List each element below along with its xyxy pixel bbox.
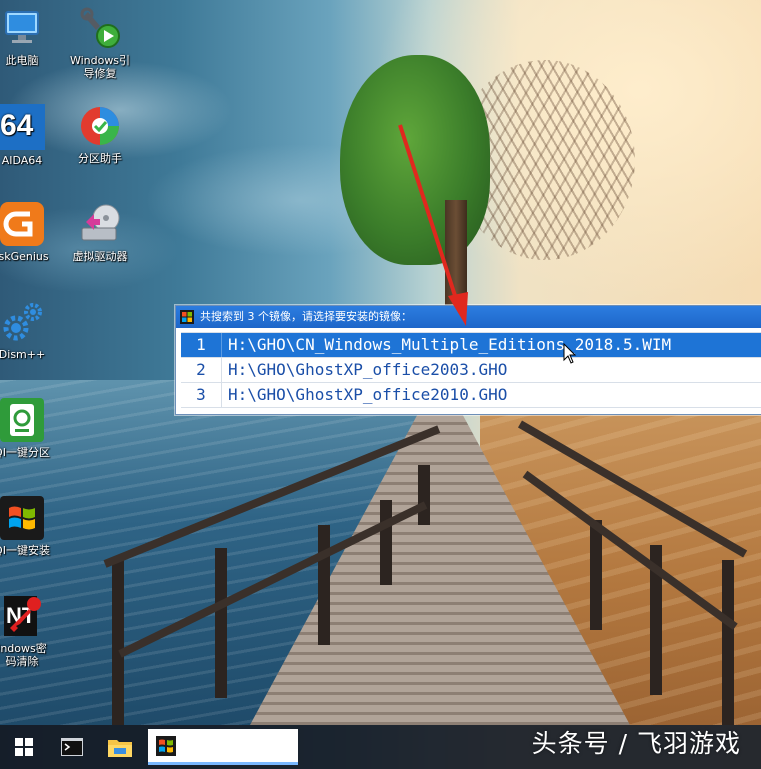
dialog-title: 共搜索到 3 个镜像，请选择要安装的镜像：	[200, 310, 412, 323]
image-list-item[interactable]: 1 H:\GHO\CN_Windows_Multiple_Editions_20…	[181, 333, 761, 358]
desktop-icon-label-line1: Windows引	[69, 54, 131, 67]
desktop-icon-label-line2: 导修复	[83, 67, 117, 80]
terminal-icon	[61, 738, 83, 756]
desktop-icon-label: QI一键分区	[0, 446, 50, 459]
wallpaper-tree-trunk	[445, 200, 467, 310]
desktop-icon-label-line2: 码清除	[5, 655, 39, 668]
desktop-icon-label: 分区助手	[78, 152, 122, 165]
desktop-icon-windows-boot-repair[interactable]: Windows引 导修复	[64, 6, 136, 80]
image-list-item[interactable]: 2 H:\GHO\GhostXP_office2003.GHO	[181, 358, 761, 383]
windows-install-icon	[0, 496, 44, 540]
image-path: H:\GHO\CN_Windows_Multiple_Editions_2018…	[228, 335, 672, 354]
image-index: 1	[181, 333, 222, 357]
windows-logo-icon	[180, 310, 194, 324]
password-key-icon: NT	[0, 594, 44, 638]
image-index: 2	[181, 358, 222, 382]
desktop-icon-partition-assistant[interactable]: 分区助手	[64, 104, 136, 165]
desktop-icon-label: 此电脑	[5, 54, 39, 67]
wrench-repair-icon	[78, 6, 122, 50]
dialog-titlebar[interactable]: 共搜索到 3 个镜像，请选择要安装的镜像：	[176, 306, 761, 328]
desktop-icon-label: iskGenius	[0, 250, 49, 263]
wallpaper-green-tree	[340, 55, 490, 265]
aida64-icon: 64	[0, 104, 45, 150]
image-path: H:\GHO\GhostXP_office2003.GHO	[228, 360, 508, 379]
desktop-icon-label: Dism++	[0, 348, 46, 361]
taskbar-terminal-button[interactable]	[48, 727, 96, 767]
watermark: 头条号 / 飞羽游戏	[531, 729, 741, 758]
file-explorer-icon	[108, 740, 132, 757]
desktop-icon-label-line1: indows密	[0, 642, 47, 655]
desktop-icon-label: QI一键安装	[0, 544, 50, 557]
desktop-icon-virtual-drive[interactable]: 虚拟驱动器	[64, 202, 136, 263]
image-list[interactable]: 1 H:\GHO\CN_Windows_Multiple_Editions_20…	[181, 332, 761, 408]
desktop-icon-label: AIDA64	[1, 154, 43, 167]
windows-app-icon	[156, 735, 176, 756]
start-button[interactable]	[0, 727, 48, 767]
start-icon	[15, 738, 33, 756]
image-list-item[interactable]: 3 H:\GHO\GhostXP_office2010.GHO	[181, 383, 761, 408]
image-path: H:\GHO\GhostXP_office2010.GHO	[228, 385, 508, 404]
desktop: 此电脑 Windows引 导修复 64 AIDA64 分区助手 iskGeniu…	[0, 0, 761, 769]
gears-icon	[0, 300, 44, 344]
taskbar-active-window[interactable]	[148, 729, 298, 765]
virtual-drive-icon	[78, 202, 122, 246]
one-key-partition-icon	[0, 398, 44, 442]
diskgenius-icon	[0, 202, 44, 246]
image-index: 3	[181, 383, 222, 407]
desktop-icon-dism[interactable]: Dism++	[0, 300, 58, 361]
taskbar-file-explorer-button[interactable]	[96, 727, 144, 767]
desktop-icon-this-pc[interactable]: 此电脑	[0, 6, 58, 67]
desktop-icon-one-key-partition[interactable]: QI一键分区	[0, 398, 58, 459]
desktop-icon-aida64[interactable]: 64 AIDA64	[0, 104, 58, 167]
desktop-icon-one-key-install[interactable]: QI一键安装	[0, 496, 58, 557]
desktop-icon-windows-password-clear[interactable]: NT indows密 码清除	[0, 594, 58, 668]
computer-icon	[0, 6, 44, 50]
aida64-badge: 64	[0, 109, 34, 142]
desktop-icon-label: 虚拟驱动器	[72, 250, 128, 263]
partition-assistant-icon	[78, 104, 122, 148]
desktop-icon-diskgenius[interactable]: iskGenius	[0, 202, 58, 263]
image-select-dialog[interactable]: 共搜索到 3 个镜像，请选择要安装的镜像： 1 H:\GHO\CN_Window…	[175, 305, 761, 415]
mouse-cursor-icon	[563, 343, 577, 364]
